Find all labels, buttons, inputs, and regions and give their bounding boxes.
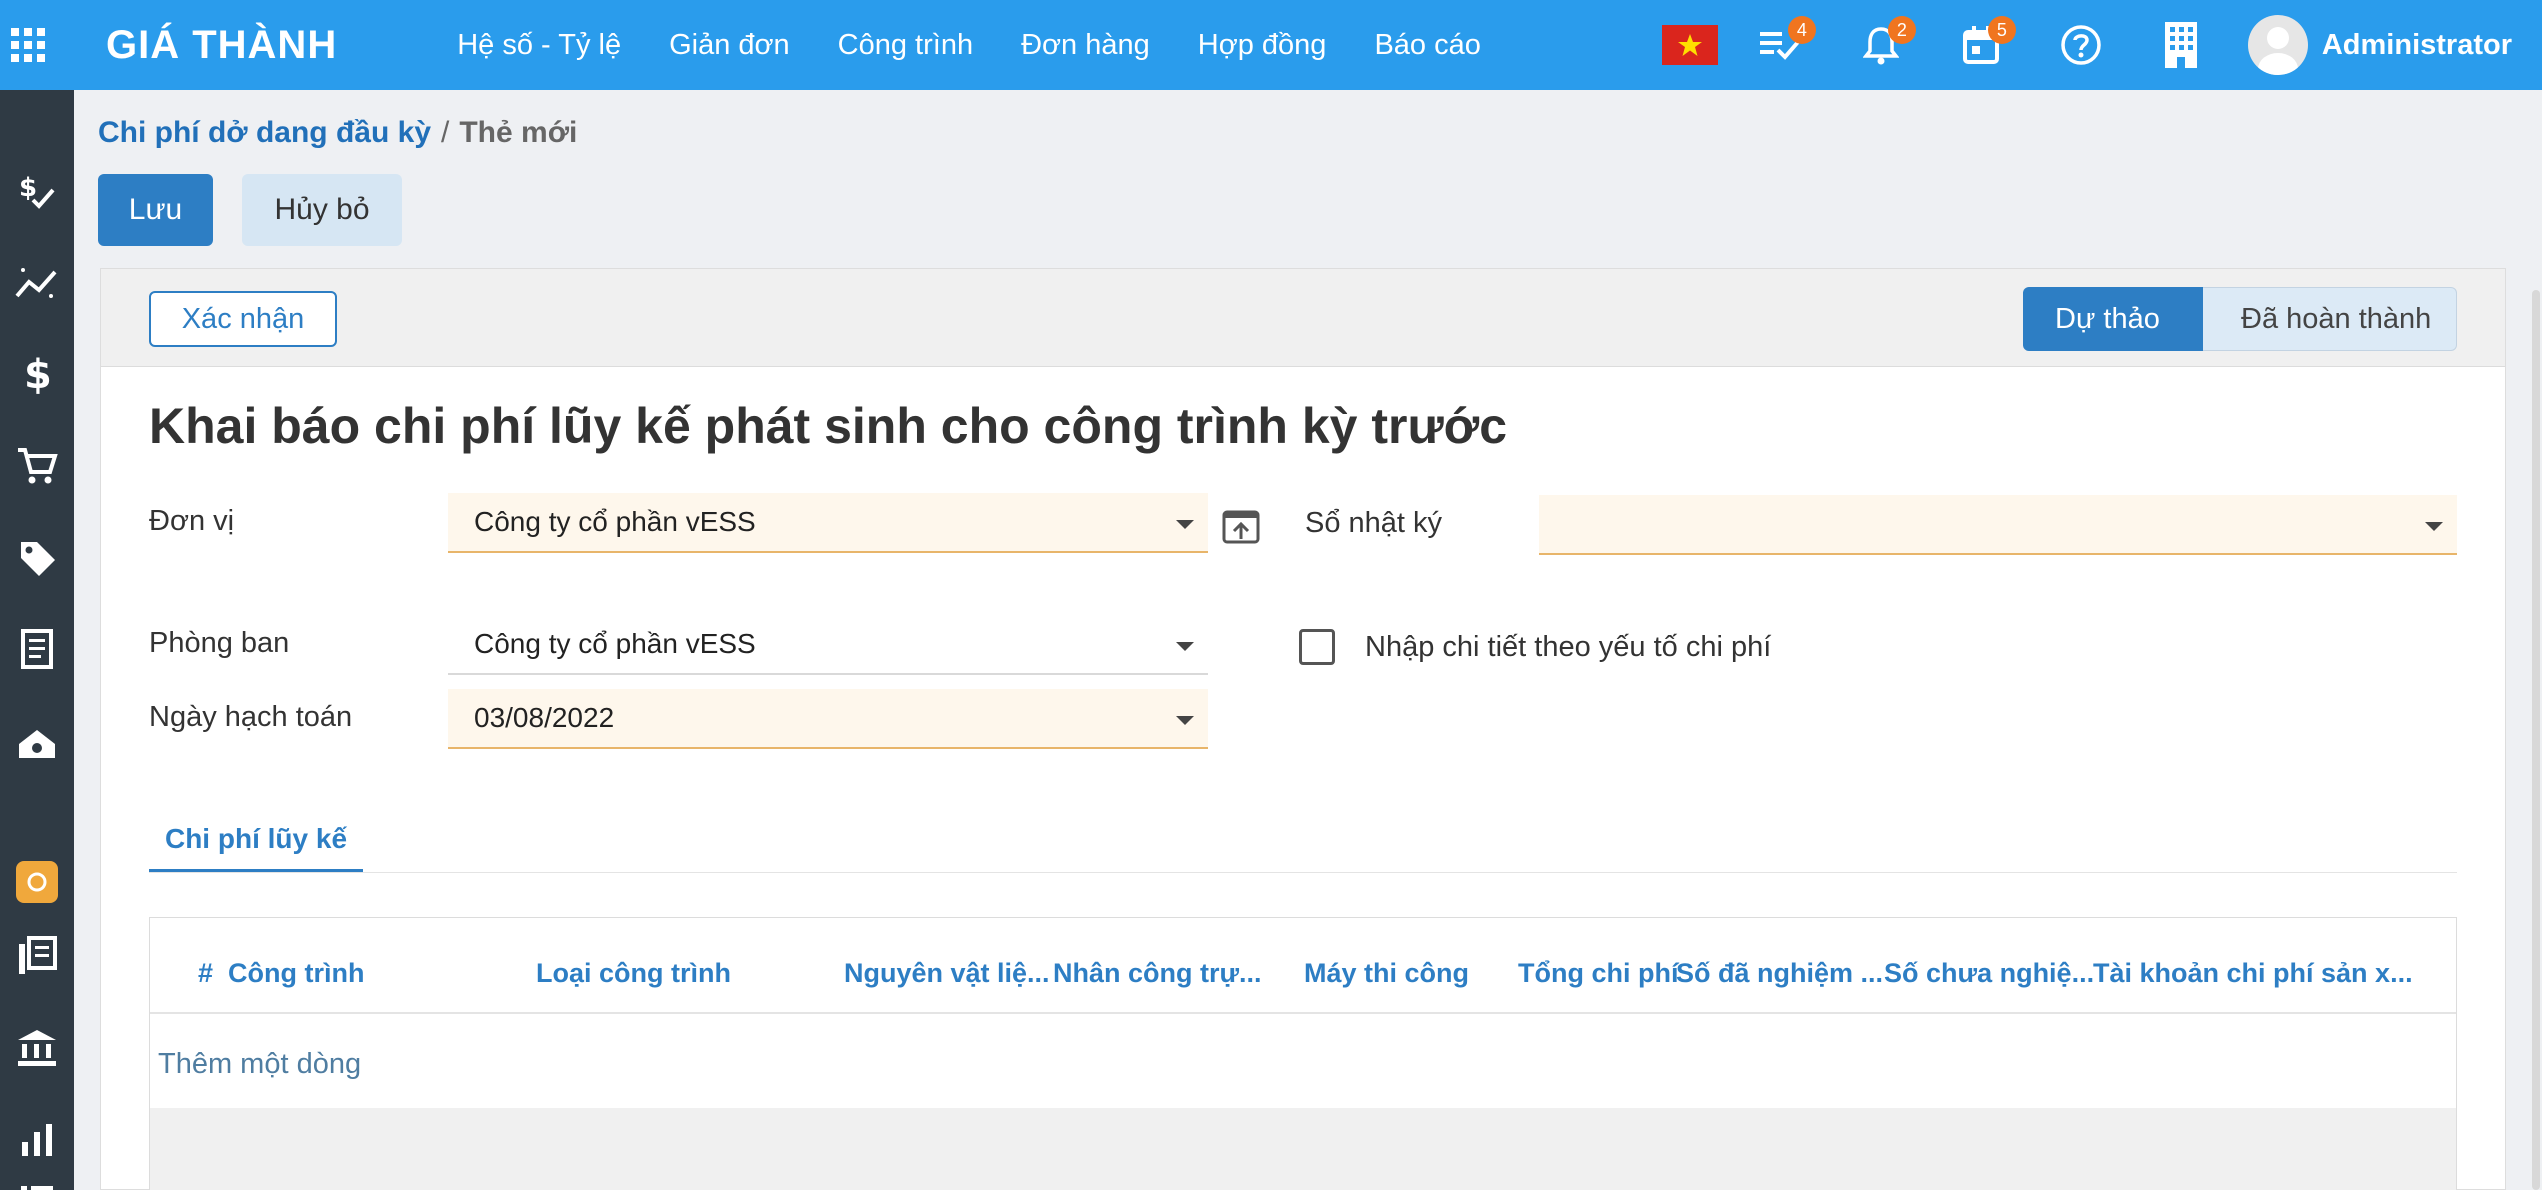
sidebar-library-icon[interactable] — [0, 926, 74, 986]
top-navbar: GIÁ THÀNH Hệ số - Tỷ lệ Giản đơn Công tr… — [0, 0, 2542, 90]
calendar-button[interactable]: 5 — [1954, 16, 2016, 72]
stage-done[interactable]: Đã hoàn thành — [2203, 287, 2457, 351]
external-link-button[interactable] — [1221, 507, 1261, 547]
help-button[interactable] — [2054, 18, 2108, 72]
add-line-link[interactable]: Thêm một dòng — [158, 1048, 361, 1081]
company-value: Công ty cổ phần vESS — [474, 506, 756, 537]
tab-chi-phi-luy-ke[interactable]: Chi phí lũy kế — [149, 809, 363, 873]
user-menu[interactable]: Administrator — [2322, 29, 2512, 62]
sidebar-app-icon[interactable] — [0, 852, 74, 912]
app-brand[interactable]: GIÁ THÀNH — [106, 23, 337, 68]
menu-item-hop-dong[interactable]: Hợp đồng — [1198, 29, 1327, 62]
column-header-total[interactable]: Tổng chi phí — [1518, 958, 1678, 989]
building-icon — [2164, 22, 2197, 68]
stage-draft[interactable]: Dự thảo — [2023, 287, 2223, 351]
activities-button[interactable]: 4 — [1754, 16, 1816, 72]
left-sidebar: $ $ — [0, 90, 74, 1190]
sidebar-list-icon[interactable] — [0, 1170, 74, 1190]
sidebar-bank-icon[interactable] — [0, 1018, 74, 1078]
breadcrumb-current: Thẻ mới — [459, 116, 578, 149]
apps-menu-icon[interactable] — [0, 0, 56, 90]
breadcrumb-separator: / — [441, 116, 450, 149]
menu-item-he-so-ty-le[interactable]: Hệ số - Tỷ lệ — [457, 29, 621, 62]
menu-item-don-hang[interactable]: Đơn hàng — [1021, 29, 1150, 62]
date-value: 03/08/2022 — [474, 702, 615, 733]
company-select[interactable]: Công ty cổ phần vESS — [448, 493, 1208, 553]
activities-badge: 4 — [1787, 16, 1816, 44]
company-label: Đơn vị — [149, 505, 235, 537]
detail-checkbox-label[interactable]: Nhập chi tiết theo yếu tố chi phí — [1365, 631, 1771, 664]
save-button[interactable]: Lưu — [98, 174, 213, 246]
chevron-down-icon[interactable] — [1176, 642, 1194, 651]
sidebar-cart-icon[interactable] — [0, 436, 74, 496]
column-header-unaccepted[interactable]: Số chưa nghiệ... — [1884, 958, 2094, 989]
cost-table: # Công trình Loại công trình Nguyên vật … — [149, 917, 2457, 1190]
main-menu: Hệ số - Tỷ lệ Giản đơn Công trình Đơn hà… — [457, 29, 1529, 62]
user-avatar[interactable] — [2247, 15, 2308, 75]
breadcrumb-parent-link[interactable]: Chi phí dở dang đầu kỳ — [98, 116, 431, 149]
column-header-materials[interactable]: Nguyên vật liệ... — [844, 958, 1050, 989]
vietnam-flag-icon[interactable] — [1661, 25, 1718, 65]
notifications-badge: 2 — [1887, 16, 1916, 44]
sidebar-tag-icon[interactable] — [0, 528, 74, 588]
svg-text:$: $ — [24, 352, 52, 396]
status-bar: Xác nhận Dự thảo Đã hoàn thành — [101, 269, 2505, 367]
table-header-divider — [150, 1012, 2456, 1014]
help-icon — [2061, 25, 2101, 65]
notifications-button[interactable]: 2 — [1854, 16, 1916, 72]
menu-item-gian-don[interactable]: Giản đơn — [669, 29, 790, 62]
form-sheet: Xác nhận Dự thảo Đã hoàn thành Khai báo … — [100, 268, 2506, 1190]
date-input[interactable]: 03/08/2022 — [448, 689, 1208, 749]
svg-text:$: $ — [19, 173, 37, 203]
sidebar-payment-icon[interactable] — [0, 712, 74, 772]
sidebar-receipt-icon[interactable] — [0, 620, 74, 680]
confirm-button[interactable]: Xác nhận — [149, 291, 337, 347]
page-scrollbar[interactable] — [2532, 290, 2540, 1190]
chevron-down-icon[interactable] — [1176, 520, 1194, 529]
department-label: Phòng ban — [149, 627, 290, 659]
department-value: Công ty cổ phần vESS — [474, 628, 756, 659]
column-header-project-type[interactable]: Loại công trình — [536, 958, 731, 989]
column-header-project[interactable]: Công trình — [228, 958, 364, 989]
sidebar-dollar-icon[interactable]: $ — [0, 344, 74, 404]
journal-select[interactable] — [1539, 495, 2457, 555]
sidebar-money-check-icon[interactable]: $ — [0, 160, 74, 220]
external-link-icon — [1222, 510, 1260, 544]
column-header-account[interactable]: Tài khoản chi phí sản x... — [2093, 958, 2413, 989]
table-footer-row — [150, 1108, 2456, 1190]
column-header-index: # — [198, 958, 214, 988]
chevron-down-icon[interactable] — [1176, 716, 1194, 725]
chevron-down-icon[interactable] — [2425, 522, 2443, 531]
discard-button[interactable]: Hủy bỏ — [242, 174, 402, 246]
stage-draft-label: Dự thảo — [2055, 302, 2160, 335]
column-header-machinery[interactable]: Máy thi công — [1304, 958, 1469, 989]
stage-done-label: Đã hoàn thành — [2241, 302, 2432, 335]
sidebar-trending-icon[interactable] — [0, 252, 74, 312]
column-header-accepted[interactable]: Số đã nghiệm ... — [1676, 958, 1883, 989]
form-title: Khai báo chi phí lũy kế phát sinh cho cô… — [149, 398, 1508, 454]
breadcrumb: Chi phí dở dang đầu kỳ / Thẻ mới — [98, 116, 577, 150]
column-header-labor[interactable]: Nhân công trự... — [1053, 958, 1262, 989]
journal-label: Sổ nhật ký — [1305, 507, 1443, 539]
sidebar-chart-icon[interactable] — [0, 1110, 74, 1170]
company-switcher-button[interactable] — [2154, 18, 2208, 72]
calendar-badge: 5 — [1987, 16, 2016, 44]
tab-divider — [149, 872, 2457, 873]
department-select[interactable]: Công ty cổ phần vESS — [448, 615, 1208, 675]
navbar-systray: 4 2 5 Administrator — [1661, 0, 2542, 90]
date-label: Ngày hạch toán — [149, 701, 353, 733]
menu-item-bao-cao[interactable]: Báo cáo — [1374, 29, 1480, 62]
detail-checkbox[interactable] — [1299, 629, 1335, 665]
menu-item-cong-trinh[interactable]: Công trình — [838, 29, 973, 62]
